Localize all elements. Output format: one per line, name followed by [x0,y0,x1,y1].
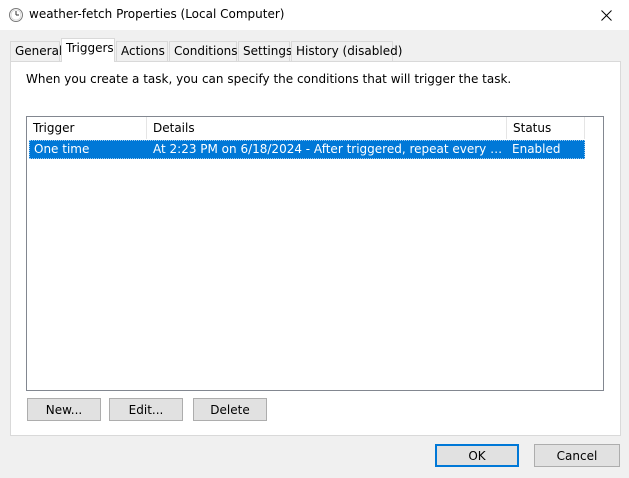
title-bar: weather-fetch Properties (Local Computer… [0,0,629,30]
column-header-trigger[interactable]: Trigger [27,117,147,139]
column-header-status[interactable]: Status [507,117,585,139]
triggers-intro-text: When you create a task, you can specify … [26,72,512,86]
close-icon [600,9,612,21]
window-title: weather-fetch Properties (Local Computer… [29,7,285,21]
tab-settings[interactable]: Settings [238,41,292,61]
close-button[interactable] [583,0,629,30]
cancel-button[interactable]: Cancel [534,444,620,467]
table-row[interactable]: One time At 2:23 PM on 6/18/2024 - After… [29,140,585,159]
list-header: Trigger Details Status [27,117,585,139]
clock-task-icon [8,7,24,23]
triggers-list[interactable]: Trigger Details Status One time At 2:23 … [26,116,604,391]
column-header-details[interactable]: Details [147,117,507,139]
triggers-panel: When you create a task, you can specify … [10,61,621,436]
tab-actions[interactable]: Actions [116,41,168,61]
delete-button[interactable]: Delete [193,398,267,421]
tab-conditions[interactable]: Conditions [169,41,238,61]
ok-button[interactable]: OK [435,444,519,467]
tab-general[interactable]: General [10,41,62,61]
tab-history[interactable]: History (disabled) [291,41,402,61]
status-cell: Enabled [512,142,561,156]
details-cell: At 2:23 PM on 6/18/2024 - After triggere… [153,142,508,156]
trigger-cell: One time [34,142,90,156]
tab-triggers[interactable]: Triggers [61,38,115,62]
new-button[interactable]: New... [27,398,101,421]
edit-button[interactable]: Edit... [109,398,183,421]
